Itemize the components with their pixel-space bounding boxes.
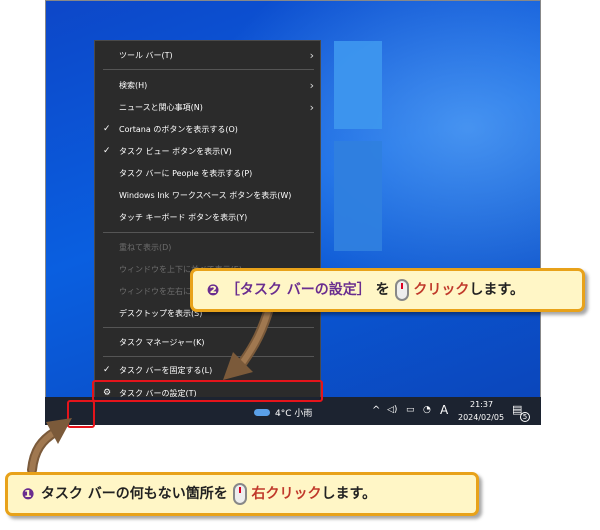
checkmark-icon: ✓ bbox=[103, 365, 111, 375]
ime-indicator[interactable]: A bbox=[440, 403, 448, 417]
chevron-right-icon: › bbox=[309, 48, 314, 62]
menu-item-lock-taskbar[interactable]: ✓ タスク バーを固定する(L) bbox=[95, 359, 322, 381]
wifi-icon[interactable]: ◔ bbox=[423, 405, 431, 415]
checkmark-icon: ✓ bbox=[103, 124, 111, 134]
callout-step-1: ❶ タスク バーの何もない箇所を 右クリックします。 bbox=[5, 472, 479, 516]
notification-count: 5 bbox=[520, 412, 530, 422]
menu-item-task-manager[interactable]: タスク マネージャー(K) bbox=[95, 331, 322, 353]
taskbar-context-menu: ツール バー(T) › 検索(H) › ニュースと関心事項(N) › ✓ Cor… bbox=[94, 40, 321, 405]
menu-item-search[interactable]: 検索(H) › bbox=[95, 74, 322, 96]
menu-separator bbox=[103, 232, 314, 233]
chevron-up-icon[interactable]: ^ bbox=[372, 405, 380, 416]
highlight-taskbar-settings bbox=[92, 380, 323, 402]
clock-date[interactable]: 2024/02/05 bbox=[458, 413, 504, 422]
menu-item-news[interactable]: ニュースと関心事項(N) › bbox=[95, 96, 322, 118]
menu-item-cortana[interactable]: ✓ Cortana のボタンを表示する(O) bbox=[95, 118, 322, 140]
callout-step-2: ❷ ［タスク バーの設定］ を クリックします。 bbox=[190, 268, 585, 312]
menu-item-toolbar[interactable]: ツール バー(T) › bbox=[95, 44, 322, 66]
speaker-icon[interactable]: ◁) bbox=[387, 405, 397, 415]
arrow-up-right-icon bbox=[27, 418, 72, 475]
battery-icon[interactable]: ▭ bbox=[406, 405, 415, 415]
menu-item-task-view[interactable]: ✓ タスク ビュー ボタンを表示(V) bbox=[95, 140, 322, 162]
checkmark-icon: ✓ bbox=[103, 146, 111, 156]
clock-time[interactable]: 21:37 bbox=[470, 400, 493, 409]
menu-item-cascade: 重ねて表示(D) bbox=[119, 242, 172, 252]
weather-text[interactable]: 4°C 小雨 bbox=[275, 406, 312, 419]
menu-item-ink[interactable]: Windows Ink ワークスペース ボタンを表示(W) bbox=[95, 184, 322, 206]
arrow-down-left-icon bbox=[223, 300, 275, 380]
weather-icon bbox=[254, 409, 270, 416]
menu-separator bbox=[103, 69, 314, 70]
mouse-icon bbox=[232, 483, 247, 505]
wallpaper-pane bbox=[334, 41, 382, 129]
chevron-right-icon: › bbox=[309, 100, 314, 114]
menu-item-touch-keyboard[interactable]: タッチ キーボード ボタンを表示(Y) bbox=[95, 206, 322, 228]
menu-item-people[interactable]: タスク バーに People を表示する(P) bbox=[95, 162, 322, 184]
chevron-right-icon: › bbox=[309, 78, 314, 92]
mouse-icon bbox=[394, 279, 409, 301]
wallpaper-pane bbox=[334, 141, 382, 251]
